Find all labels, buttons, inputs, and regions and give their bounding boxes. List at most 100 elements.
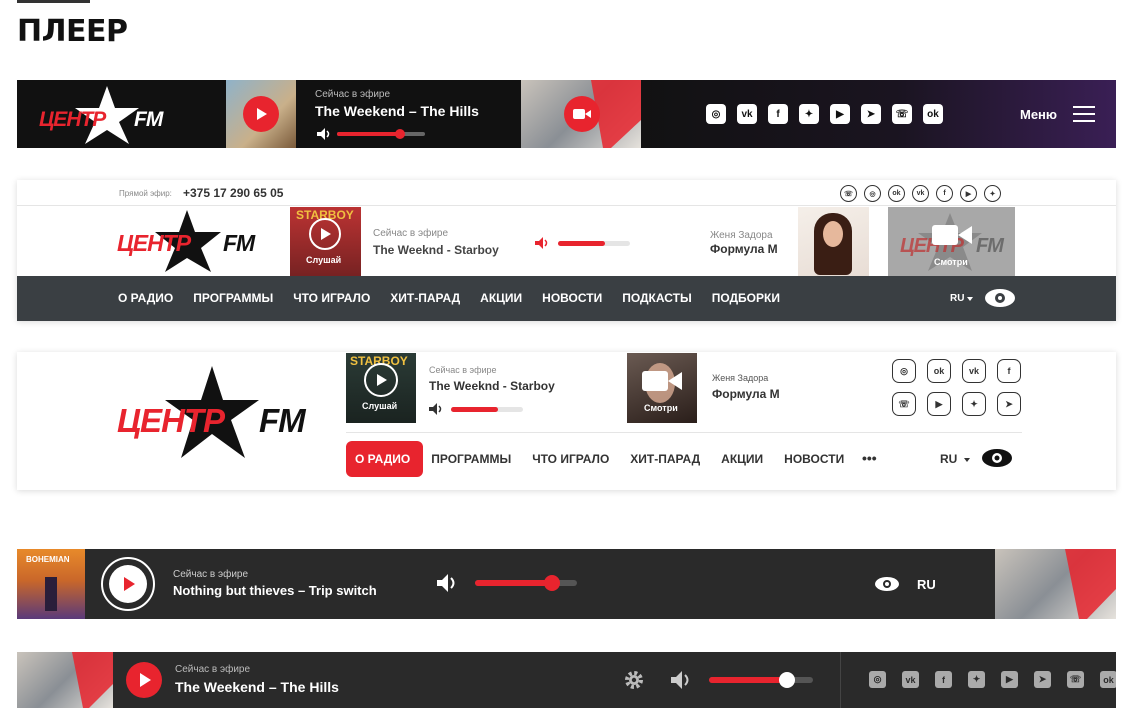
play-button[interactable] (364, 363, 398, 397)
now-playing-label: Сейчас в эфире (373, 228, 449, 239)
facebook-icon[interactable]: f (768, 104, 788, 124)
vk-icon[interactable]: vk (912, 185, 929, 202)
viber-icon[interactable]: ☏ (892, 392, 916, 416)
divider (346, 432, 1022, 433)
viber-icon[interactable]: ☏ (1067, 671, 1084, 688)
nav-item-7[interactable]: ПОДКАСТЫ (622, 291, 692, 305)
volume-knob[interactable] (395, 129, 405, 139)
nav-item-8[interactable]: ПОДБОРКИ (712, 291, 780, 305)
album-cover[interactable]: STARBOY Слушай (290, 207, 361, 276)
nav-item-1[interactable]: О РАДИО (118, 291, 173, 305)
nav-item-2[interactable]: ПРОГРАММЫ (193, 291, 273, 305)
youtube-icon[interactable]: ▶ (927, 392, 951, 416)
play-button[interactable] (101, 557, 155, 611)
nav-item-2[interactable]: ПРОГРАММЫ (431, 452, 511, 466)
volume-fill (558, 241, 605, 246)
viber-icon[interactable]: ☏ (840, 185, 857, 202)
hamburger-icon[interactable] (1073, 106, 1095, 122)
nav-item-6[interactable]: НОВОСТИ (784, 452, 844, 466)
eye-icon[interactable] (981, 448, 1013, 468)
volume-icon[interactable] (671, 671, 693, 689)
phone-number[interactable]: +375 17 290 65 05 (183, 186, 283, 200)
youtube-icon[interactable]: ▶ (830, 104, 850, 124)
player-variant-5: Сейчас в эфире The Weekend – The Hills ◎… (17, 652, 1116, 708)
logo[interactable]: ЦЕНТР FM (117, 362, 307, 462)
telegram-icon[interactable]: ➤ (997, 392, 1021, 416)
eye-icon[interactable] (984, 288, 1016, 308)
volume-icon[interactable] (437, 574, 459, 592)
video-button[interactable] (564, 96, 600, 132)
volume-slider[interactable] (709, 672, 813, 688)
twitter-icon[interactable]: ✦ (799, 104, 819, 124)
video-thumbnail[interactable] (995, 549, 1116, 619)
volume-slider[interactable] (451, 407, 523, 412)
viber-icon[interactable]: ☏ (892, 104, 912, 124)
instagram-icon[interactable]: ◎ (864, 185, 881, 202)
host-photo (798, 207, 869, 276)
album-cover[interactable]: STARBOY Слушай (346, 353, 416, 423)
facebook-icon[interactable]: f (935, 671, 952, 688)
video-thumbnail[interactable] (521, 80, 641, 148)
nav-item-1[interactable]: О РАДИО (355, 452, 410, 466)
odnoklassniki-icon[interactable]: ok (923, 104, 943, 124)
nav-item-5[interactable]: АКЦИИ (721, 452, 763, 466)
twitter-icon[interactable]: ✦ (962, 392, 986, 416)
odnoklassniki-icon[interactable]: ok (1100, 671, 1116, 688)
nav-item-3[interactable]: ЧТО ИГРАЛО (293, 291, 370, 305)
language-select[interactable]: RU (917, 577, 936, 592)
listen-label: Слушай (306, 255, 342, 265)
youtube-icon[interactable]: ▶ (960, 185, 977, 202)
volume-slider[interactable] (475, 575, 577, 591)
more-button[interactable]: ••• (862, 450, 877, 466)
nav-item-5[interactable]: АКЦИИ (480, 291, 522, 305)
facebook-icon[interactable]: f (997, 359, 1021, 383)
player-variant-2: Прямой эфир: +375 17 290 65 05 ☏ ◎ ok vk f ▶ ✦… (17, 180, 1116, 321)
instagram-icon[interactable]: ◎ (706, 104, 726, 124)
video-thumbnail[interactable]: ЦЕНТР FM Смотри (888, 207, 1015, 276)
player-variant-3: ЦЕНТР FM STARBOY Слушай Сейчас в эфире T… (17, 352, 1116, 490)
volume-icon[interactable] (317, 128, 331, 140)
volume-icon[interactable] (429, 403, 445, 415)
nav-item-4[interactable]: ХИТ-ПАРАД (390, 291, 460, 305)
instagram-icon[interactable]: ◎ (869, 671, 886, 688)
twitter-icon[interactable]: ✦ (984, 185, 1001, 202)
nav-item-3[interactable]: ЧТО ИГРАЛО (532, 452, 609, 466)
twitter-icon[interactable]: ✦ (968, 671, 985, 688)
play-button[interactable] (309, 218, 341, 250)
video-thumbnail[interactable]: Смотри (627, 353, 697, 423)
show-name: Формула М (710, 242, 778, 256)
chevron-down-icon[interactable] (967, 297, 973, 301)
logo[interactable]: ЦЕНТР FM (117, 208, 257, 274)
menu-label[interactable]: Меню (1020, 107, 1057, 122)
nav-item-6[interactable]: НОВОСТИ (542, 291, 602, 305)
odnoklassniki-icon[interactable]: ok (888, 185, 905, 202)
telegram-icon[interactable]: ➤ (861, 104, 881, 124)
album-title: BOHEMIAN (26, 555, 70, 564)
chevron-down-icon[interactable] (964, 458, 970, 462)
volume-knob[interactable] (779, 672, 795, 688)
play-button[interactable] (126, 662, 162, 698)
nav-item-4[interactable]: ХИТ-ПАРАД (630, 452, 700, 466)
vk-icon[interactable]: vk (737, 104, 757, 124)
youtube-icon[interactable]: ▶ (1001, 671, 1018, 688)
instagram-icon[interactable]: ◎ (892, 359, 916, 383)
logo-word-1: ЦЕНТР (117, 402, 225, 439)
volume-slider[interactable] (558, 241, 630, 246)
host-name: Женя Задора (710, 230, 773, 241)
vk-icon[interactable]: vk (962, 359, 986, 383)
vk-icon[interactable]: vk (902, 671, 919, 688)
volume-slider[interactable] (337, 129, 425, 139)
volume-knob[interactable] (544, 575, 560, 591)
language-select[interactable]: RU (940, 452, 957, 466)
logo[interactable]: ЦЕНТР FM (37, 84, 187, 144)
odnoklassniki-icon[interactable]: ok (927, 359, 951, 383)
play-button[interactable] (243, 96, 279, 132)
volume-icon[interactable] (535, 237, 551, 249)
video-thumbnail[interactable] (17, 652, 113, 708)
play-icon (140, 673, 151, 687)
facebook-icon[interactable]: f (936, 185, 953, 202)
telegram-icon[interactable]: ➤ (1034, 671, 1051, 688)
gear-icon[interactable] (623, 669, 645, 691)
language-select[interactable]: RU (950, 293, 964, 304)
eye-icon[interactable] (874, 576, 900, 592)
